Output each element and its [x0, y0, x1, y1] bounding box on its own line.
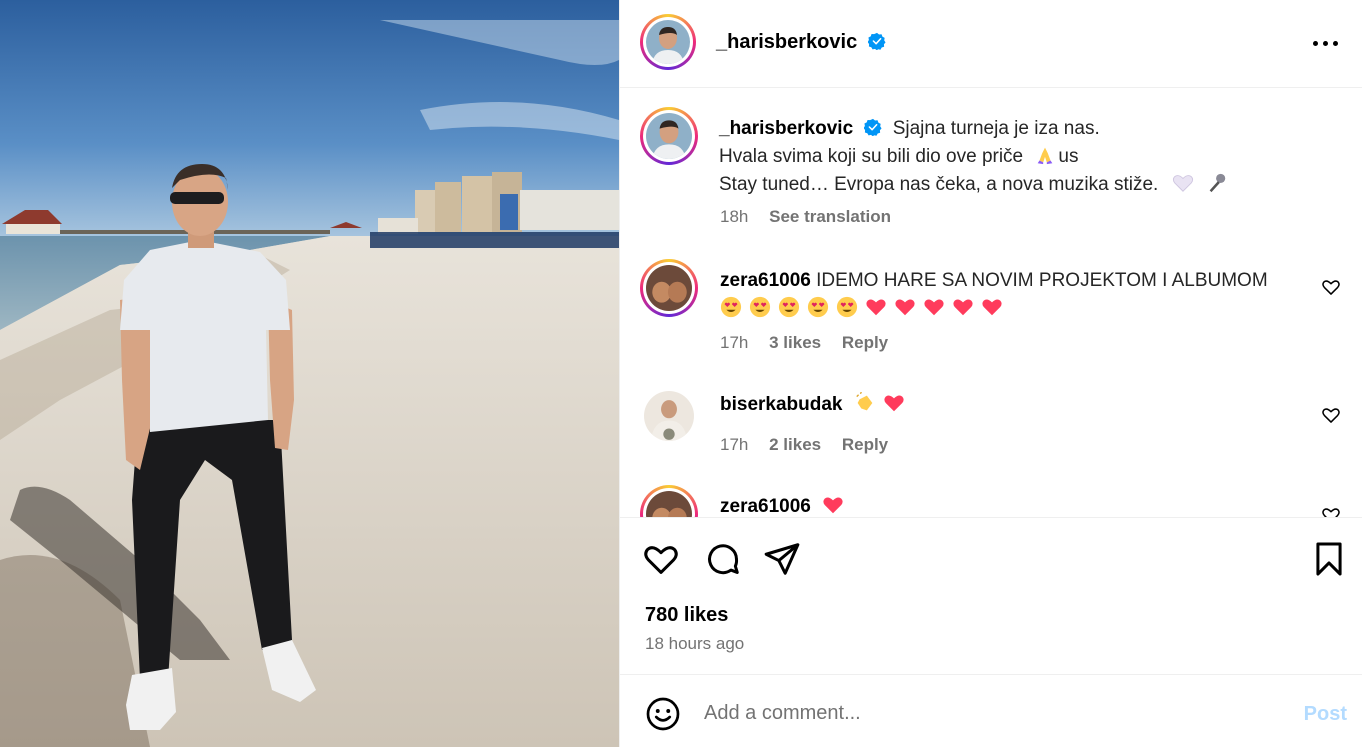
comment-avatar[interactable]: [644, 391, 694, 441]
like-comment-heart-icon[interactable]: [1321, 505, 1341, 517]
red-heart-icon: [924, 299, 944, 316]
comment-avatar[interactable]: [640, 485, 698, 517]
caption-age: 18h: [720, 207, 749, 226]
white-heart-icon: [1172, 175, 1193, 192]
bookmark-icon[interactable]: [1310, 540, 1348, 578]
folded-hands-icon: [1038, 147, 1053, 165]
comment-text: biserkabudak: [720, 391, 1283, 419]
author-username[interactable]: _harisberkovic: [716, 31, 857, 53]
see-translation-link[interactable]: See translation: [769, 207, 891, 226]
verified-icon: [867, 32, 886, 50]
emoji-icon[interactable]: [645, 696, 681, 732]
like-comment-heart-icon[interactable]: [1321, 405, 1341, 425]
comment-input[interactable]: [704, 695, 1264, 731]
comments-list: _harisberkovic Sjajna turneja je iza nas…: [620, 89, 1362, 517]
comment-meta: 17h 3 likes Reply: [720, 333, 904, 353]
share-icon[interactable]: [763, 540, 801, 578]
caption-line-3: Stay tuned… Evropa nas čeka, a nova muzi…: [719, 174, 1159, 195]
comment-username[interactable]: biserkabudak: [720, 394, 843, 415]
caption-line-1: Sjajna turneja je iza nas.: [892, 118, 1100, 139]
heart-eyes-icon: [778, 296, 800, 318]
comment-text: zera61006: [720, 493, 1283, 517]
reply-button[interactable]: Reply: [842, 333, 888, 352]
comment-likes[interactable]: 2 likes: [769, 435, 821, 454]
emoji-row: [720, 296, 1010, 319]
caption-username[interactable]: _harisberkovic: [719, 118, 853, 139]
comment-meta: 17h 2 likes Reply: [720, 435, 904, 455]
reply-button[interactable]: Reply: [842, 435, 888, 454]
caption-suffix: us: [1058, 146, 1079, 167]
post-photo: [0, 0, 619, 747]
red-heart-icon: [866, 299, 886, 316]
more-options-icon[interactable]: [1313, 32, 1339, 56]
comment-avatar[interactable]: [640, 259, 698, 317]
comment-body: IDEMO HARE SA NOVIM PROJEKTOM I ALBUMOM: [816, 270, 1268, 291]
caption-meta: 18h See translation: [720, 207, 907, 227]
microphone-icon: [1209, 173, 1226, 193]
post-header: _harisberkovic: [620, 0, 1362, 88]
post-dialog: _harisberkovic _harisberkovic Sjajna tur…: [0, 0, 1362, 747]
comment-text: zera61006 IDEMO HARE SA NOVIM PROJEKTOM …: [720, 267, 1283, 323]
caption-text: _harisberkovic Sjajna turneja je iza nas…: [719, 115, 1283, 199]
post-time: 18 hours ago: [645, 634, 745, 653]
red-heart-icon: [884, 395, 904, 412]
red-heart-icon: [823, 497, 843, 514]
clapping-hands-icon: [856, 392, 873, 411]
post-comment-button[interactable]: Post: [1304, 703, 1347, 726]
like-heart-icon[interactable]: [642, 540, 680, 578]
caption-line-2: Hvala svima koji su bili dio ove priče: [719, 146, 1024, 167]
red-heart-icon: [895, 299, 915, 316]
caption-avatar[interactable]: [640, 107, 698, 165]
heart-eyes-icon: [807, 296, 829, 318]
heart-eyes-icon: [749, 296, 771, 318]
comment-username[interactable]: zera61006: [720, 496, 811, 517]
likes-count[interactable]: 780 likes: [645, 604, 728, 627]
comment-icon[interactable]: [704, 540, 742, 578]
heart-eyes-icon: [836, 296, 858, 318]
author-avatar[interactable]: [640, 14, 696, 70]
verified-icon: [864, 118, 882, 136]
red-heart-icon: [982, 299, 1002, 316]
heart-eyes-icon: [720, 296, 742, 318]
add-comment-bar: Post: [620, 674, 1362, 747]
post-actions: 780 likes 18 hours ago: [620, 517, 1362, 674]
comment-age: 17h: [720, 333, 749, 352]
like-comment-heart-icon[interactable]: [1321, 277, 1341, 297]
red-heart-icon: [953, 299, 973, 316]
post-side-panel: _harisberkovic _harisberkovic Sjajna tur…: [619, 0, 1362, 747]
comment-likes[interactable]: 3 likes: [769, 333, 821, 352]
comment-username[interactable]: zera61006: [720, 270, 811, 291]
comment-age: 17h: [720, 435, 749, 454]
